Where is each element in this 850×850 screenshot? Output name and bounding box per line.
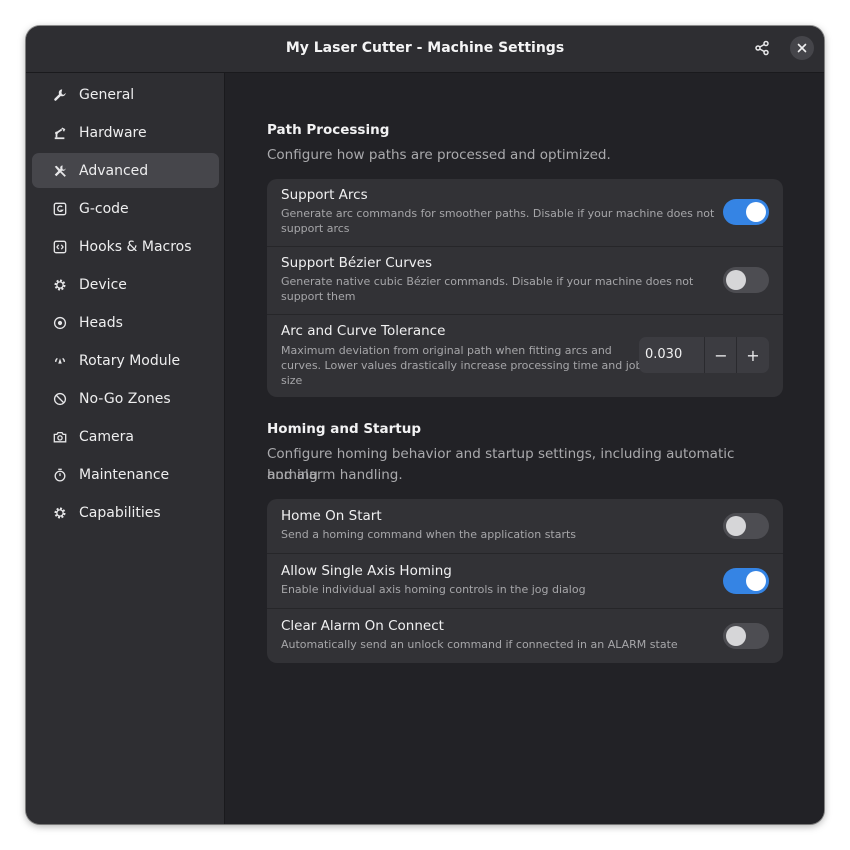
- wrench-icon: [52, 87, 68, 103]
- toggle-knob: [726, 270, 746, 290]
- setting-subtitle-line: Generate arc commands for smoother paths…: [281, 207, 715, 220]
- close-icon: [797, 43, 807, 53]
- sidebar: General Hardware Advanced G-code Hooks &…: [26, 73, 225, 824]
- section-title-homing: Homing and Startup: [267, 421, 421, 437]
- setting-subtitle: Automatically send an unlock command if …: [281, 638, 678, 651]
- single-axis-homing-toggle[interactable]: [723, 568, 769, 594]
- setting-row-support-arcs: Support Arcs Generate arc commands for s…: [267, 179, 783, 246]
- setting-subtitle-line: curves. Lower values drastically increas…: [281, 359, 643, 372]
- settings-window: My Laser Cutter - Machine Settings Gener…: [26, 26, 824, 824]
- setting-row-support-bezier: Support Bézier Curves Generate native cu…: [267, 247, 783, 314]
- sidebar-item-label: G-code: [79, 200, 129, 217]
- toggle-knob: [726, 626, 746, 646]
- sidebar-item-heads[interactable]: Heads: [32, 305, 219, 340]
- sidebar-item-label: Hardware: [79, 124, 147, 141]
- setting-subtitle-line: Generate native cubic Bézier commands. D…: [281, 275, 694, 288]
- sidebar-item-label: Capabilities: [79, 504, 161, 521]
- settings-content: Path Processing Configure how paths are …: [225, 73, 824, 824]
- sidebar-item-label: Hooks & Macros: [79, 238, 192, 255]
- no-entry-icon: [52, 391, 68, 407]
- toggle-knob: [726, 516, 746, 536]
- decrement-button[interactable]: −: [704, 337, 737, 373]
- code-icon: [52, 239, 68, 255]
- target-icon: [52, 315, 68, 331]
- setting-title: Clear Alarm On Connect: [281, 618, 444, 634]
- setting-subtitle-line: support arcs: [281, 222, 350, 235]
- sidebar-item-rotary-module[interactable]: Rotary Module: [32, 343, 219, 378]
- sidebar-item-capabilities[interactable]: Capabilities: [32, 495, 219, 530]
- setting-subtitle: Enable individual axis homing controls i…: [281, 583, 586, 596]
- sidebar-item-label: Device: [79, 276, 127, 293]
- setting-title: Home On Start: [281, 508, 382, 524]
- sidebar-item-label: Advanced: [79, 162, 149, 179]
- sidebar-item-maintenance[interactable]: Maintenance: [32, 457, 219, 492]
- sidebar-item-label: General: [79, 86, 135, 103]
- path-processing-card: Support Arcs Generate arc commands for s…: [267, 179, 783, 397]
- sidebar-item-gcode[interactable]: G-code: [32, 191, 219, 226]
- setting-row-clear-alarm: Clear Alarm On Connect Automatically sen…: [267, 609, 783, 663]
- gcode-icon: [52, 201, 68, 217]
- support-arcs-toggle[interactable]: [723, 199, 769, 225]
- gear-icon: [52, 277, 68, 293]
- homing-card: Home On Start Send a homing command when…: [267, 499, 783, 663]
- sidebar-item-label: No-Go Zones: [79, 390, 171, 407]
- sidebar-item-advanced[interactable]: Advanced: [32, 153, 219, 188]
- sidebar-item-general[interactable]: General: [32, 77, 219, 112]
- stopwatch-icon: [52, 467, 68, 483]
- gear-icon: [52, 505, 68, 521]
- window-title: My Laser Cutter - Machine Settings: [285, 40, 565, 56]
- share-icon: [755, 40, 769, 56]
- camera-icon: [52, 429, 68, 445]
- setting-title: Arc and Curve Tolerance: [281, 323, 446, 339]
- sidebar-item-camera[interactable]: Camera: [32, 419, 219, 454]
- sidebar-item-no-go-zones[interactable]: No-Go Zones: [32, 381, 219, 416]
- robot-arm-icon: [52, 125, 68, 141]
- setting-title: Support Arcs: [281, 187, 368, 203]
- setting-title: Support Bézier Curves: [281, 255, 433, 271]
- sidebar-item-hardware[interactable]: Hardware: [32, 115, 219, 150]
- section-description-path-processing: Configure how paths are processed and op…: [267, 147, 611, 163]
- tools-icon: [52, 163, 68, 179]
- setting-subtitle-line: size: [281, 374, 303, 387]
- close-button[interactable]: [790, 36, 814, 60]
- toggle-knob: [746, 571, 766, 591]
- header-bar: My Laser Cutter - Machine Settings: [26, 26, 824, 73]
- setting-subtitle-line: Maximum deviation from original path whe…: [281, 344, 612, 357]
- sidebar-item-label: Camera: [79, 428, 134, 445]
- section-title-path-processing: Path Processing: [267, 122, 390, 138]
- tolerance-value-input[interactable]: 0.030: [645, 337, 682, 373]
- support-bezier-toggle[interactable]: [723, 267, 769, 293]
- setting-subtitle: Send a homing command when the applicati…: [281, 528, 577, 541]
- sidebar-item-label: Maintenance: [79, 466, 170, 483]
- sidebar-item-label: Heads: [79, 314, 123, 331]
- sidebar-item-device[interactable]: Device: [32, 267, 219, 302]
- sidebar-item-hooks-macros[interactable]: Hooks & Macros: [32, 229, 219, 264]
- setting-row-arc-curve-tolerance: Arc and Curve Tolerance Maximum deviatio…: [267, 315, 783, 397]
- section-description-homing: and alarm handling.: [267, 467, 403, 483]
- setting-title: Allow Single Axis Homing: [281, 563, 452, 579]
- setting-row-single-axis-homing: Allow Single Axis Homing Enable individu…: [267, 554, 783, 608]
- toggle-knob: [746, 202, 766, 222]
- setting-row-home-on-start: Home On Start Send a homing command when…: [267, 499, 783, 553]
- setting-subtitle-line: support them: [281, 290, 356, 303]
- sidebar-item-label: Rotary Module: [79, 352, 181, 369]
- increment-button[interactable]: +: [736, 337, 769, 373]
- rotate-icon: [52, 353, 68, 369]
- share-button[interactable]: [750, 36, 774, 60]
- tolerance-spinbutton: 0.030 − +: [639, 337, 769, 373]
- home-on-start-toggle[interactable]: [723, 513, 769, 539]
- clear-alarm-toggle[interactable]: [723, 623, 769, 649]
